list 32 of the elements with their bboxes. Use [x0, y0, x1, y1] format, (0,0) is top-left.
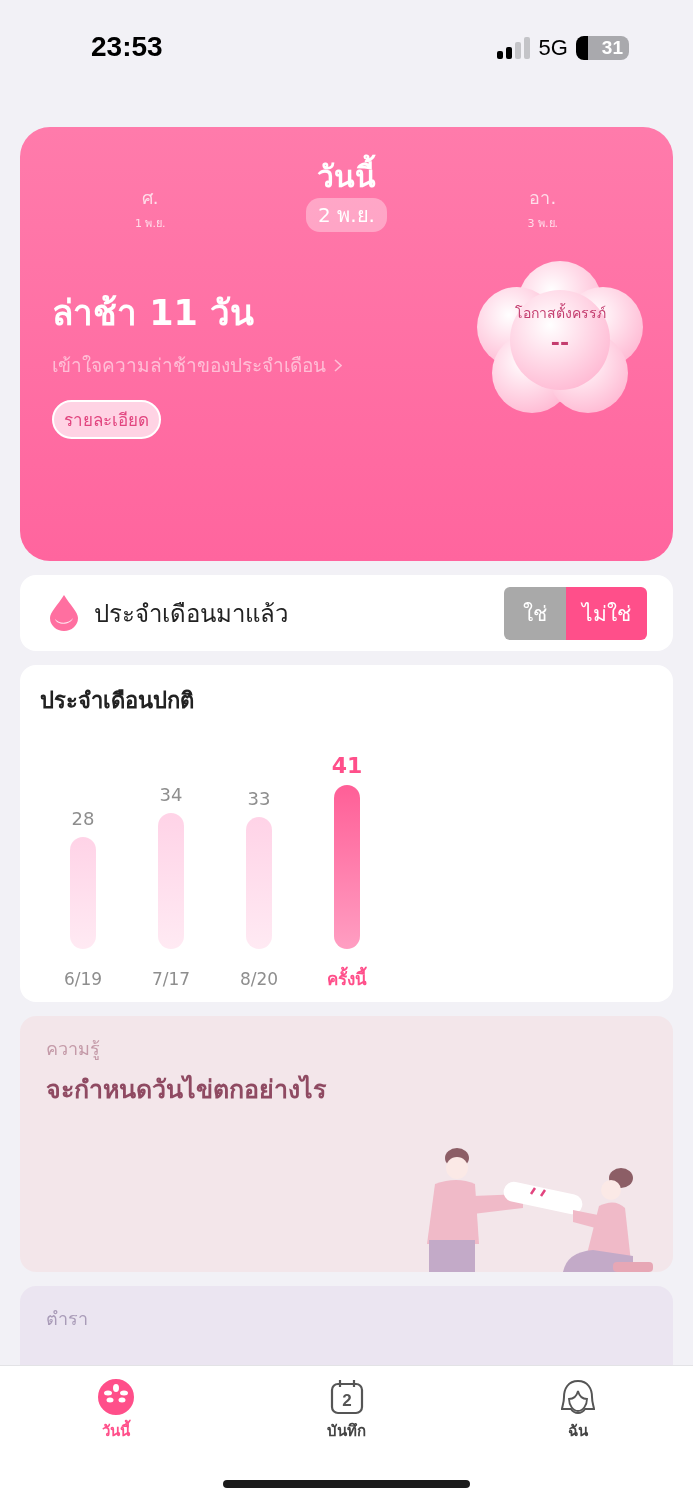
chevron-icon [334, 358, 342, 372]
card-title: ประจำเดือนปกติ [40, 687, 195, 715]
battery-level: 31 [575, 35, 629, 60]
status-time: 23:53 [91, 30, 164, 63]
value-label: 34 [159, 784, 183, 805]
tab-item[interactable]: ฉัน [462, 1378, 693, 1444]
article-category: ตำรา [46, 1307, 89, 1331]
value-label: 28 [71, 808, 95, 829]
date-label: 6/19 [63, 969, 103, 989]
value-label: 33 [247, 788, 271, 809]
period-started-label: ประจำเดือนมาแล้ว [94, 598, 289, 630]
tab-item[interactable]: วันนี้ [0, 1378, 231, 1444]
day-tab[interactable]: อา. 3 พ.ย. [527, 183, 559, 232]
day-tab[interactable]: ศ. 1 พ.ย. [134, 183, 166, 232]
article-title[interactable]: จะกำหนดวันไข่ตกอย่างไร [46, 1069, 647, 1109]
citrus-icon [97, 1379, 134, 1415]
drop-icon [50, 595, 78, 631]
signal-icon [496, 36, 531, 59]
date-label: 7/17 [151, 969, 191, 989]
network-label: 5G [538, 34, 568, 61]
delay-headline: ล่าช้า 11 วัน [52, 292, 256, 335]
toggle-option[interactable]: ไม่ใช่ [566, 586, 647, 640]
pregnancy-chance-badge: โอกาสตั้งครรภ์ -- [477, 255, 643, 415]
article-category: ความรู้ [46, 1037, 101, 1062]
tab-item[interactable]: 2 บันทึก [231, 1378, 462, 1444]
value-label: 41 [331, 753, 363, 778]
delay-info-link[interactable]: เข้าใจความล่าช้าของประจำเดือน [52, 350, 342, 380]
details-button[interactable]: รายละเอียด [52, 400, 161, 439]
calendar-icon: 2 [328, 1379, 365, 1415]
toggle-option[interactable]: ใช่ [504, 586, 566, 640]
date-label: 8/20 [239, 969, 279, 989]
person-icon [559, 1379, 596, 1415]
